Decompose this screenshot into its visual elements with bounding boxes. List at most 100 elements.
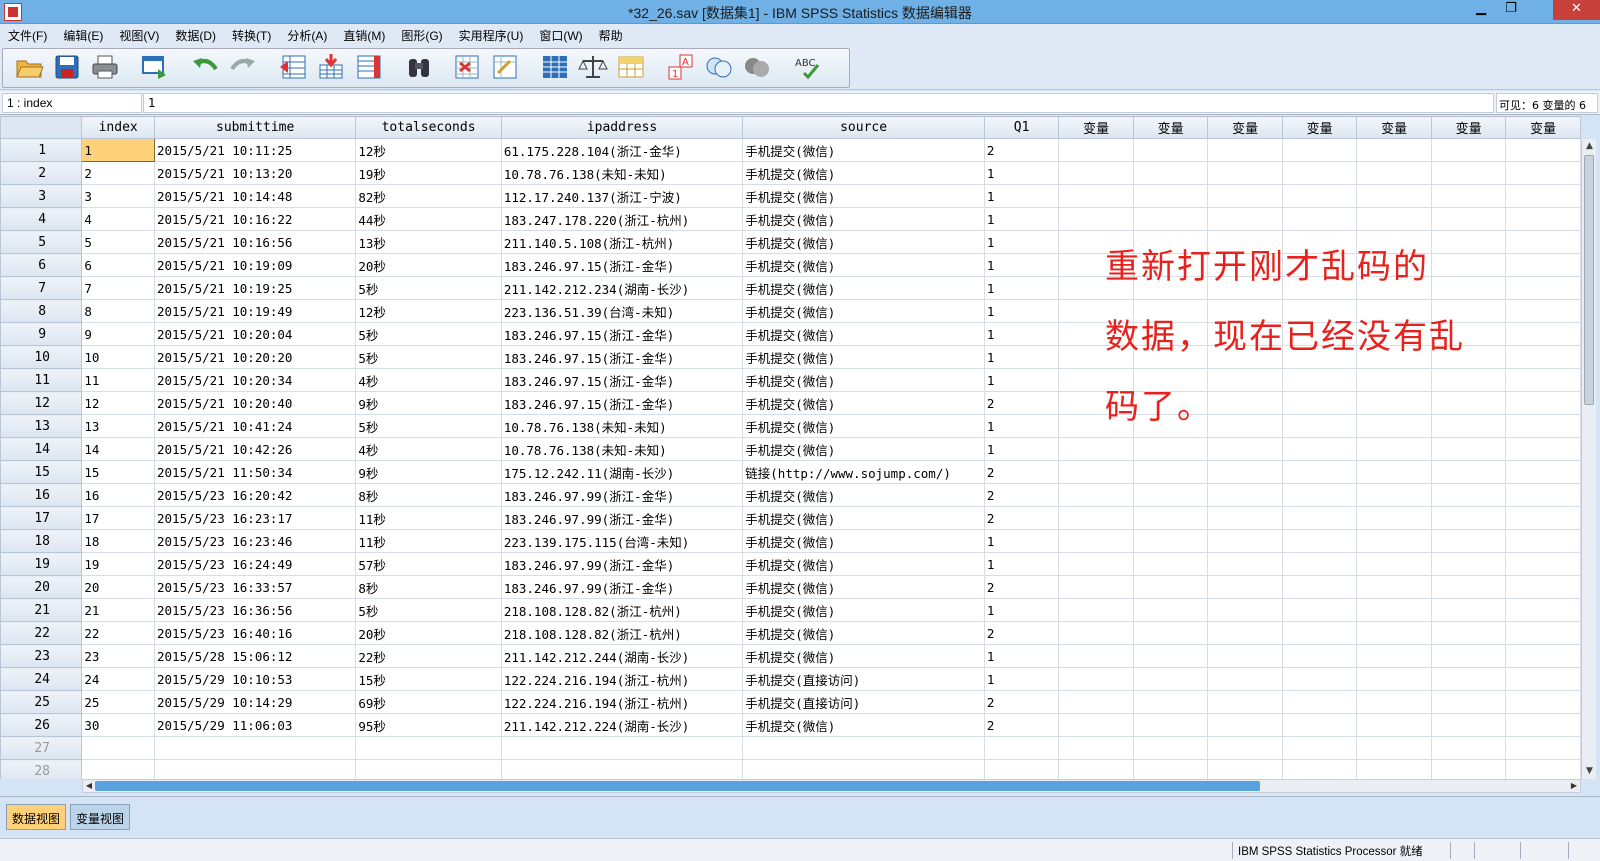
data-cell[interactable] (1207, 713, 1283, 737)
data-cell[interactable] (1058, 460, 1134, 484)
data-cell[interactable]: 手机提交(微信) (742, 322, 985, 346)
data-cell[interactable]: 2015/5/21 10:41:24 (153, 414, 357, 438)
data-cell[interactable] (1058, 575, 1134, 599)
data-cell[interactable]: 211.142.212.244(湖南-长沙) (500, 644, 744, 668)
data-cell[interactable]: 22秒 (355, 644, 502, 668)
data-cell[interactable] (1058, 138, 1134, 162)
data-cell[interactable]: 手机提交(直接访问) (742, 690, 985, 714)
data-cell[interactable] (1430, 552, 1507, 576)
data-cell[interactable]: 手机提交(微信) (742, 506, 985, 530)
data-cell[interactable] (1058, 667, 1134, 691)
data-cell[interactable] (1207, 138, 1283, 162)
row-number[interactable]: 16 (0, 483, 83, 507)
data-cell[interactable] (1356, 207, 1432, 231)
data-cell[interactable] (1132, 138, 1209, 162)
data-cell[interactable] (983, 759, 1060, 779)
data-cell[interactable]: 8秒 (355, 575, 502, 599)
data-cell[interactable] (1281, 483, 1358, 507)
data-cell[interactable] (1058, 506, 1134, 530)
data-cell[interactable] (1207, 161, 1283, 185)
data-cell[interactable] (1505, 506, 1581, 530)
data-cell[interactable]: 1 (983, 184, 1060, 208)
data-cell[interactable]: 手机提交(微信) (742, 345, 985, 369)
row-number[interactable]: 12 (0, 391, 83, 415)
data-cell[interactable]: 4秒 (355, 368, 502, 392)
data-cell[interactable]: 183.247.178.220(浙江-杭州) (500, 207, 744, 231)
data-cell[interactable]: 61.175.228.104(浙江-金华) (500, 138, 744, 162)
data-cell[interactable]: 手机提交(微信) (742, 161, 985, 185)
data-cell[interactable] (500, 736, 744, 760)
data-cell[interactable]: 1 (983, 667, 1060, 691)
data-cell[interactable] (1430, 736, 1507, 760)
data-cell[interactable]: 手机提交(微信) (742, 138, 985, 162)
data-cell[interactable] (1207, 483, 1283, 507)
data-cell[interactable]: 2015/5/21 11:50:34 (153, 460, 357, 484)
data-cell[interactable] (1281, 667, 1358, 691)
data-cell[interactable] (1505, 483, 1581, 507)
menu-file[interactable]: 文件(F) (0, 27, 55, 44)
data-cell[interactable]: 12 (81, 391, 155, 415)
data-cell[interactable] (1356, 529, 1432, 553)
data-cell[interactable] (1058, 529, 1134, 553)
data-cell[interactable]: 5秒 (355, 276, 502, 300)
data-cell[interactable]: 2015/5/21 10:14:48 (153, 184, 357, 208)
data-cell[interactable] (1132, 161, 1209, 185)
data-cell[interactable]: 手机提交(微信) (742, 437, 985, 461)
data-cell[interactable] (1356, 759, 1432, 779)
undo-icon[interactable] (190, 53, 220, 81)
data-cell[interactable]: 1 (983, 253, 1060, 277)
data-cell[interactable]: 183.246.97.15(浙江-金华) (500, 345, 744, 369)
data-cell[interactable] (1505, 552, 1581, 576)
data-cell[interactable] (1058, 483, 1134, 507)
data-cell[interactable]: 2 (983, 690, 1060, 714)
data-cell[interactable]: 183.246.97.15(浙江-金华) (500, 368, 744, 392)
data-cell[interactable]: 5秒 (355, 345, 502, 369)
data-cell[interactable]: 2 (81, 161, 155, 185)
data-cell[interactable]: 2015/5/21 10:20:34 (153, 368, 357, 392)
data-cell[interactable] (1132, 483, 1209, 507)
data-cell[interactable] (1132, 529, 1209, 553)
insert-cases-icon[interactable] (452, 53, 482, 81)
data-cell[interactable]: 122.224.216.194(浙江-杭州) (500, 690, 744, 714)
data-cell[interactable] (1356, 667, 1432, 691)
data-cell[interactable] (1505, 621, 1581, 645)
data-cell[interactable] (1281, 621, 1358, 645)
data-cell[interactable]: 2015/5/23 16:23:17 (153, 506, 357, 530)
data-cell[interactable]: 9 (81, 322, 155, 346)
cell-value-field[interactable]: 1 (143, 93, 1494, 113)
data-cell[interactable] (1505, 690, 1581, 714)
data-cell[interactable]: 11秒 (355, 506, 502, 530)
horizontal-scrollbar[interactable]: ◀ ▶ (82, 779, 1581, 793)
data-cell[interactable]: 183.246.97.99(浙江-金华) (500, 552, 744, 576)
data-cell[interactable] (1356, 621, 1432, 645)
data-cell[interactable] (1281, 184, 1358, 208)
data-cell[interactable] (1281, 713, 1358, 737)
data-cell[interactable]: 手机提交(微信) (742, 483, 985, 507)
data-cell[interactable]: 12秒 (355, 299, 502, 323)
data-cell[interactable]: 手机提交(微信) (742, 299, 985, 323)
data-cell[interactable] (1207, 575, 1283, 599)
menu-edit[interactable]: 编辑(E) (55, 27, 111, 44)
row-number[interactable]: 3 (0, 184, 83, 208)
data-cell[interactable]: 10.78.76.138(未知-未知) (500, 437, 744, 461)
data-cell[interactable]: 手机提交(微信) (742, 276, 985, 300)
row-number[interactable]: 4 (0, 207, 83, 231)
data-cell[interactable] (1430, 690, 1507, 714)
data-cell[interactable] (500, 759, 744, 779)
data-cell[interactable] (1281, 575, 1358, 599)
data-cell[interactable] (1505, 598, 1581, 622)
data-cell[interactable]: 手机提交(微信) (742, 414, 985, 438)
data-cell[interactable]: 1 (81, 138, 155, 162)
data-cell[interactable] (1281, 138, 1358, 162)
menu-graphs[interactable]: 图形(G) (393, 27, 450, 44)
row-number[interactable]: 23 (0, 644, 83, 668)
tab-data-view[interactable]: 数据视图 (6, 804, 67, 830)
data-cell[interactable]: 手机提交(微信) (742, 207, 985, 231)
data-cell[interactable] (1430, 529, 1507, 553)
row-number[interactable]: 2 (0, 161, 83, 185)
data-cell[interactable]: 2015/5/29 10:14:29 (153, 690, 357, 714)
split-file-icon[interactable] (540, 53, 570, 81)
data-cell[interactable] (153, 759, 357, 779)
data-cell[interactable] (983, 736, 1060, 760)
data-cell[interactable]: 11 (81, 368, 155, 392)
